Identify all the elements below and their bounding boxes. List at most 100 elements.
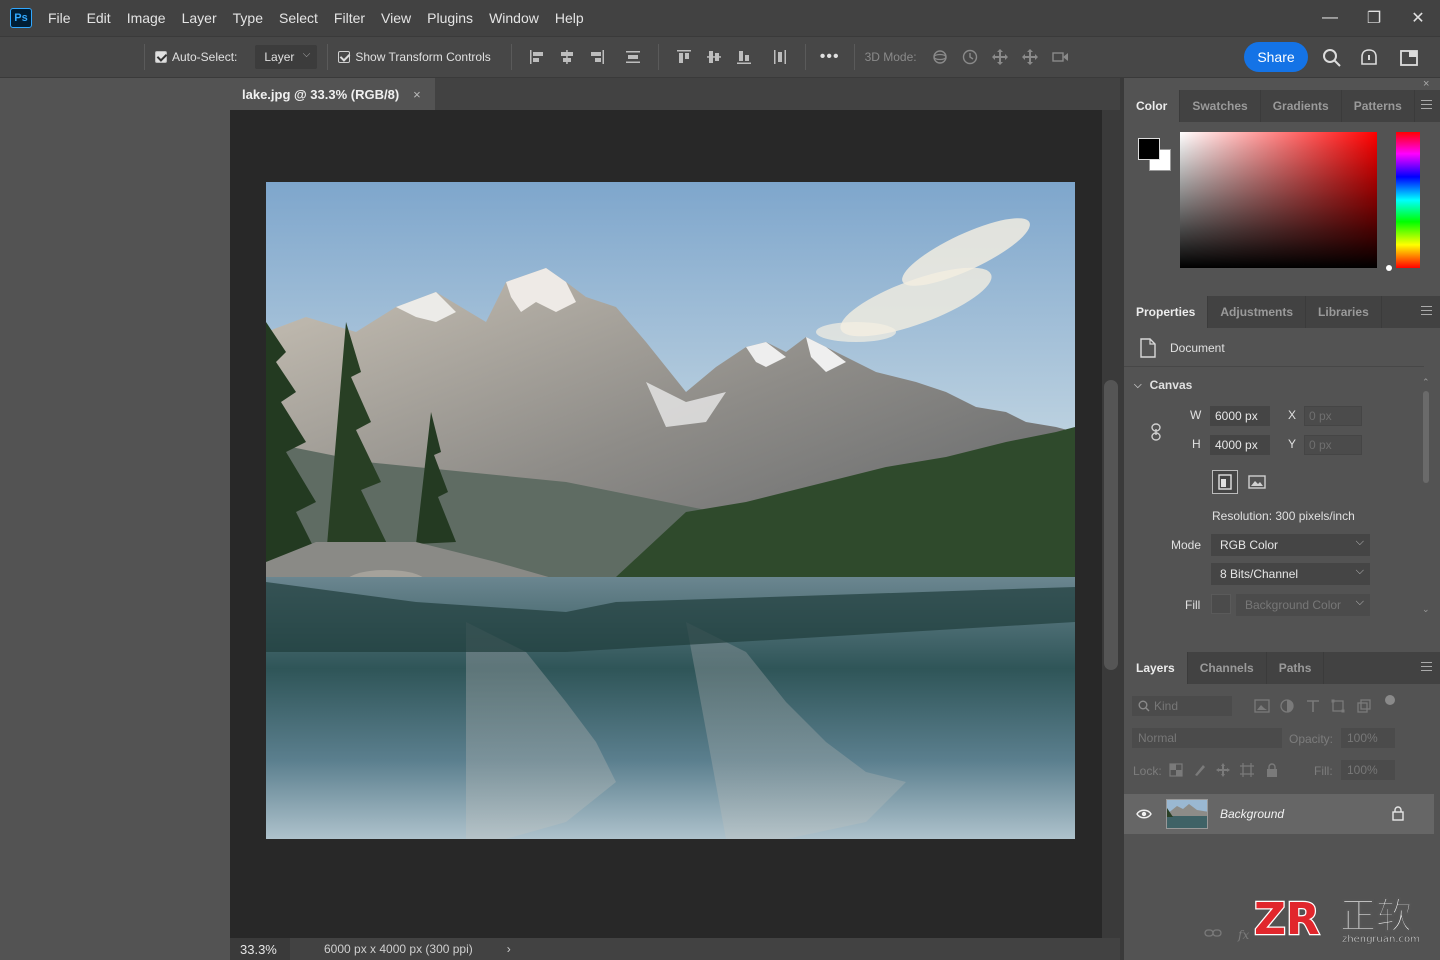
tab-patterns[interactable]: Patterns — [1342, 90, 1415, 122]
menu-filter[interactable]: Filter — [326, 0, 373, 36]
canvas-vertical-scrollbar[interactable] — [1102, 110, 1120, 938]
document-image[interactable] — [266, 182, 1075, 839]
menu-type[interactable]: Type — [225, 0, 271, 36]
close-window-button[interactable]: ✕ — [1396, 0, 1440, 36]
color-picker-marker[interactable] — [1386, 265, 1392, 271]
divider — [327, 44, 329, 70]
menu-select[interactable]: Select — [271, 0, 326, 36]
show-transform-checkbox[interactable] — [338, 51, 351, 63]
auto-select-target-dropdown[interactable]: Layer — [255, 45, 318, 69]
tab-adjustments[interactable]: Adjustments — [1208, 296, 1307, 328]
panel-menu-icon[interactable] — [1421, 306, 1432, 315]
layer-row-background[interactable]: Background — [1124, 794, 1434, 834]
3d-scale-icon[interactable] — [1049, 46, 1071, 68]
y-input[interactable]: 0 px — [1304, 435, 1362, 455]
bit-depth-dropdown[interactable]: 8 Bits/Channel — [1211, 563, 1370, 585]
filter-kind-dropdown[interactable]: Kind — [1132, 696, 1232, 716]
scrollbar-thumb[interactable] — [1423, 391, 1429, 483]
smart-object-filter-icon[interactable] — [1357, 699, 1371, 713]
maximize-button[interactable]: ❐ — [1352, 0, 1396, 36]
document-label: Document — [1170, 341, 1225, 355]
menu-help[interactable]: Help — [547, 0, 592, 36]
status-menu-arrow[interactable]: › — [507, 942, 511, 956]
minimize-button[interactable]: — — [1308, 0, 1352, 36]
tab-properties[interactable]: Properties — [1124, 296, 1209, 328]
learn-icon[interactable] — [1357, 46, 1381, 70]
lock-transparent-icon[interactable] — [1169, 763, 1183, 777]
menu-view[interactable]: View — [373, 0, 419, 36]
type-layer-filter-icon[interactable] — [1306, 699, 1320, 713]
color-mode-dropdown[interactable]: RGB Color — [1211, 534, 1370, 556]
tab-gradients[interactable]: Gradients — [1261, 90, 1342, 122]
auto-select-checkbox[interactable] — [155, 51, 167, 63]
lock-all-icon[interactable] — [1266, 763, 1278, 777]
menu-image[interactable]: Image — [119, 0, 174, 36]
menu-layer[interactable]: Layer — [174, 0, 225, 36]
align-top-icon[interactable] — [673, 46, 695, 68]
pixel-layer-filter-icon[interactable] — [1254, 699, 1270, 713]
lock-artboard-icon[interactable] — [1240, 763, 1254, 777]
tab-color[interactable]: Color — [1124, 90, 1181, 122]
tab-layers[interactable]: Layers — [1124, 652, 1188, 684]
portrait-orientation-icon[interactable] — [1212, 470, 1238, 494]
fx-icon[interactable]: fx — [1238, 928, 1249, 942]
tab-libraries[interactable]: Libraries — [1306, 296, 1382, 328]
scroll-up-icon[interactable]: ⌃ — [1422, 377, 1430, 388]
shape-layer-filter-icon[interactable] — [1331, 699, 1345, 713]
height-input[interactable]: 4000 px — [1210, 435, 1270, 455]
x-input[interactable]: 0 px — [1304, 406, 1362, 426]
tab-swatches[interactable]: Swatches — [1180, 90, 1261, 122]
blend-mode-dropdown[interactable]: Normal — [1132, 728, 1282, 748]
eye-visibility-icon[interactable] — [1136, 809, 1152, 819]
zoom-level[interactable]: 33.3% — [230, 938, 290, 960]
opacity-input[interactable]: 100% — [1341, 728, 1395, 748]
more-options-button[interactable]: ••• — [820, 48, 840, 66]
align-bottom-icon[interactable] — [733, 46, 755, 68]
align-center-icon[interactable] — [556, 46, 578, 68]
3d-orbit-icon[interactable] — [929, 46, 951, 68]
fill-dropdown[interactable]: Background Color — [1236, 594, 1370, 616]
link-layers-icon[interactable] — [1204, 928, 1222, 938]
tab-paths[interactable]: Paths — [1267, 652, 1325, 684]
scroll-down-icon[interactable]: ⌄ — [1422, 604, 1430, 615]
fg-bg-color-swatches[interactable] — [1138, 138, 1172, 172]
canvas-section-header[interactable]: ⌵ Canvas — [1134, 378, 1192, 392]
canvas-section-label: Canvas — [1149, 378, 1193, 392]
filter-toggle-icon[interactable] — [1385, 695, 1395, 705]
menu-plugins[interactable]: Plugins — [419, 0, 481, 36]
document-tab[interactable]: lake.jpg @ 33.3% (RGB/8) × — [230, 78, 435, 110]
workspace-icon[interactable] — [1397, 46, 1421, 70]
align-middle-icon[interactable] — [703, 46, 725, 68]
align-right-icon[interactable] — [586, 46, 608, 68]
foreground-color-swatch[interactable] — [1138, 138, 1160, 160]
landscape-orientation-icon[interactable] — [1244, 470, 1270, 494]
align-left-icon[interactable] — [526, 46, 548, 68]
close-tab-icon[interactable]: × — [413, 87, 421, 102]
properties-scrollbar[interactable]: ⌃ ⌄ — [1422, 377, 1432, 614]
width-input[interactable]: 6000 px — [1210, 406, 1270, 426]
menu-edit[interactable]: Edit — [79, 0, 119, 36]
3d-roll-icon[interactable] — [959, 46, 981, 68]
fill-opacity-input[interactable]: 100% — [1341, 760, 1395, 780]
layer-name[interactable]: Background — [1220, 807, 1284, 821]
hue-slider[interactable] — [1396, 132, 1420, 268]
lock-position-icon[interactable] — [1216, 763, 1230, 777]
panel-menu-icon[interactable] — [1421, 662, 1432, 671]
saturation-brightness-field[interactable] — [1180, 132, 1377, 268]
link-dimensions-icon[interactable] — [1150, 422, 1162, 442]
lock-pixels-icon[interactable] — [1193, 763, 1207, 777]
fill-color-swatch[interactable] — [1211, 594, 1231, 614]
3d-slide-icon[interactable] — [1019, 46, 1041, 68]
panel-menu-icon[interactable] — [1421, 100, 1432, 109]
chevron-down-icon: ⌵ — [1134, 379, 1142, 391]
distribute-horizontal-icon[interactable] — [769, 46, 791, 68]
3d-pan-icon[interactable] — [989, 46, 1011, 68]
distribute-vertical-icon[interactable] — [622, 46, 644, 68]
search-icon[interactable] — [1320, 46, 1344, 70]
adjustment-layer-filter-icon[interactable] — [1280, 699, 1294, 713]
scrollbar-thumb[interactable] — [1104, 380, 1118, 670]
tab-channels[interactable]: Channels — [1188, 652, 1267, 684]
share-button[interactable]: Share — [1244, 42, 1308, 72]
menu-window[interactable]: Window — [481, 0, 547, 36]
menu-file[interactable]: File — [40, 0, 79, 36]
